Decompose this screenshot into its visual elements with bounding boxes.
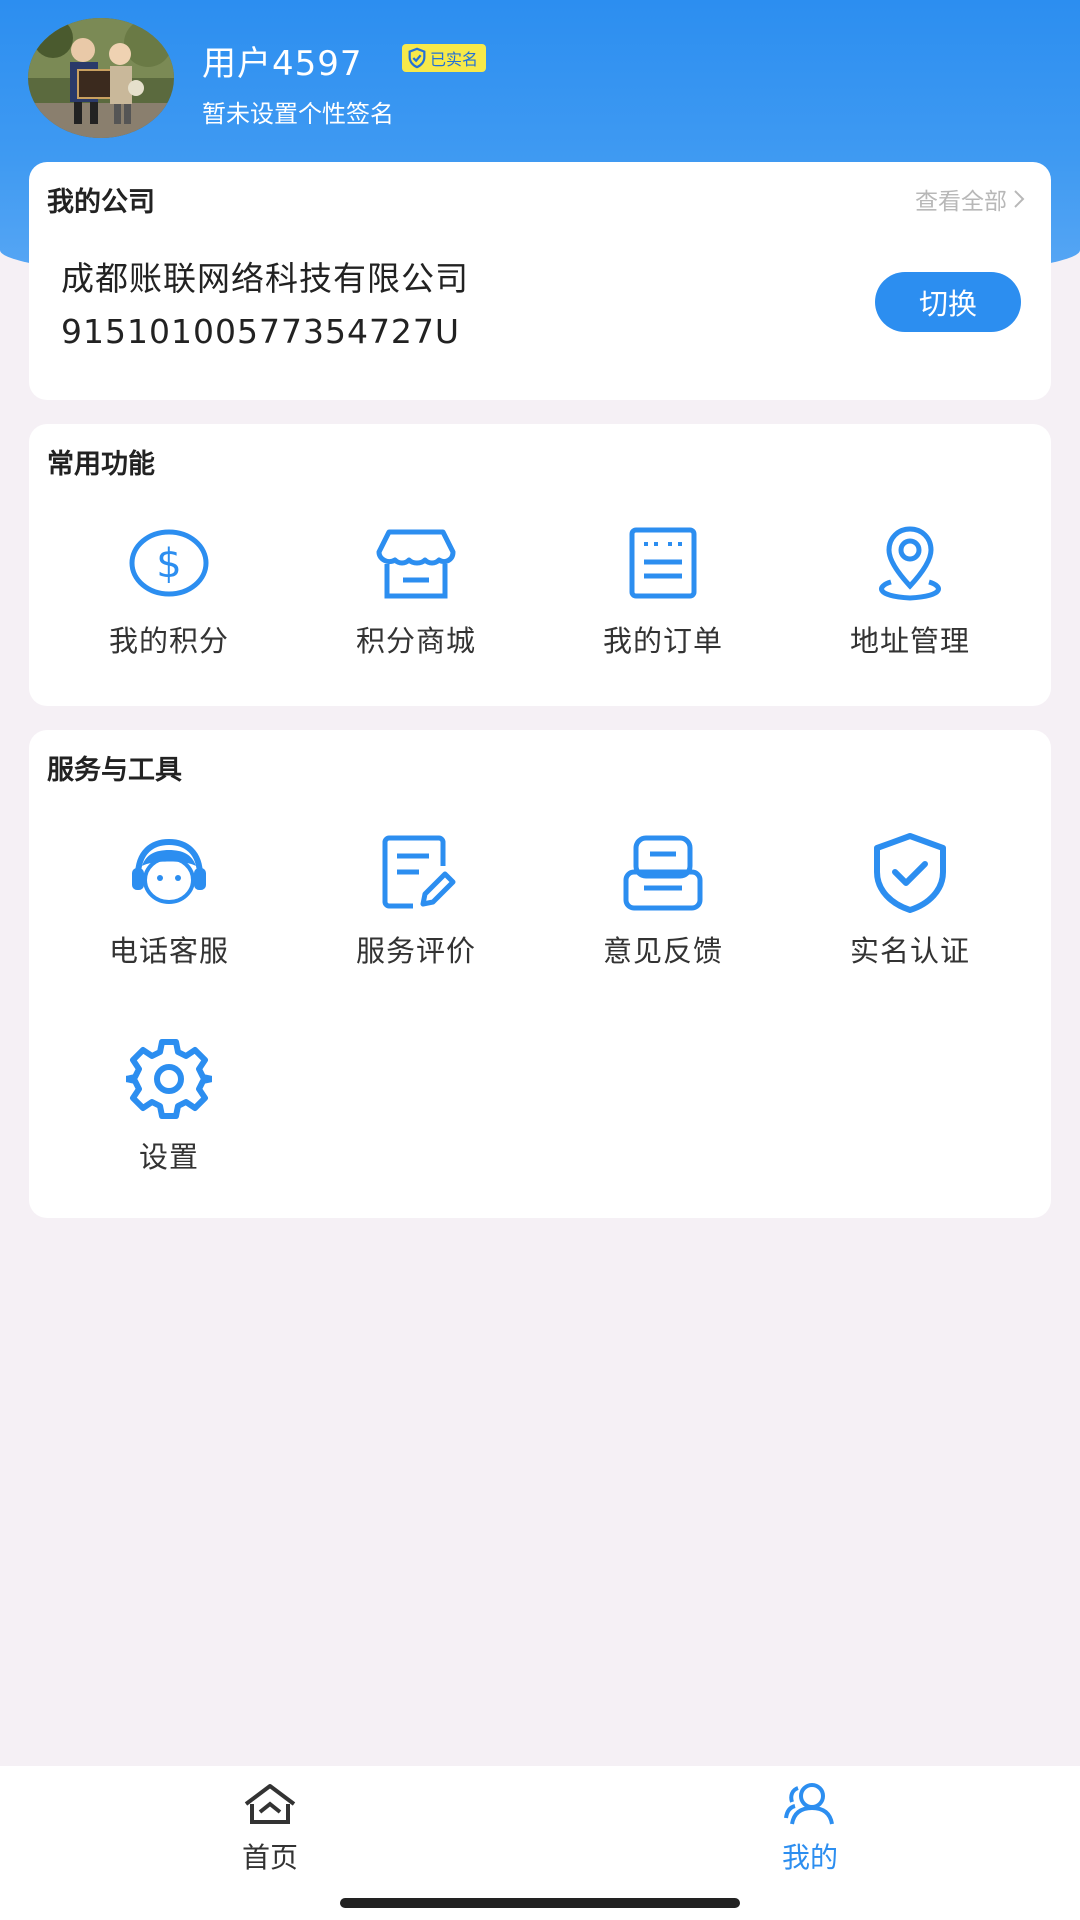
view-all-link[interactable]: 查看全部 (915, 182, 1025, 216)
grid-item-label: 意见反馈 (602, 934, 723, 968)
grid-item-label: 地址管理 (849, 624, 970, 658)
user-name: 用户4597 (202, 44, 363, 84)
home-icon (244, 1784, 296, 1824)
headset-icon (132, 838, 206, 904)
view-all-label: 查看全部 (915, 189, 1007, 215)
grid-item-phone-support[interactable]: 电话客服 (69, 830, 269, 970)
svg-text:$: $ (156, 541, 181, 587)
grid-item-service-review[interactable]: 服务评价 (316, 830, 516, 970)
services-title: 服务与工具 (47, 755, 182, 786)
tab-home-label: 首页 (241, 1841, 298, 1874)
grid-item-label: 我的订单 (602, 624, 723, 658)
location-icon (879, 526, 941, 601)
verified-badge: 已实名 (402, 44, 487, 72)
grid-item-address-management[interactable]: 地址管理 (810, 520, 1010, 660)
signature[interactable]: 暂未设置个性签名 (202, 94, 394, 129)
grid-item-label: 电话客服 (108, 934, 229, 968)
avatar-photo (28, 18, 174, 138)
grid-item-real-name-verification[interactable]: 实名认证 (810, 830, 1010, 970)
feedback-icon (623, 835, 703, 911)
tab-mine[interactable]: 我的 (730, 1780, 890, 1876)
grid-item-points-mall[interactable]: 积分商城 (316, 520, 516, 660)
grid-item-settings[interactable]: 设置 (69, 1036, 269, 1176)
tab-home[interactable]: 首页 (190, 1780, 350, 1876)
home-indicator (340, 1898, 740, 1908)
bottom-tab-bar: 首页 我的 (0, 1766, 1080, 1920)
tab-mine-label: 我的 (781, 1841, 838, 1874)
grid-item-label: 设置 (138, 1140, 199, 1174)
points-icon: $ (129, 529, 209, 597)
grid-item-label: 积分商城 (355, 624, 476, 658)
services-card: 服务与工具 电话客服 服务评价 意见反馈 实名认证 设置 (29, 730, 1051, 1218)
company-credit-code: 91510100577354727U (61, 312, 461, 351)
gear-icon (126, 1039, 212, 1119)
review-icon (382, 835, 456, 909)
avatar[interactable] (28, 18, 174, 138)
store-icon (376, 529, 456, 599)
grid-item-label: 我的积分 (108, 624, 229, 658)
company-name: 成都账联网络科技有限公司 (61, 259, 469, 298)
user-icon (784, 1783, 834, 1825)
shield-check-icon (874, 833, 946, 913)
grid-item-my-points[interactable]: $ 我的积分 (69, 520, 269, 660)
verified-badge-label: 已实名 (430, 50, 479, 69)
grid-item-label: 服务评价 (355, 934, 476, 968)
switch-company-button[interactable]: 切换 (875, 272, 1021, 332)
company-card: 我的公司 查看全部 成都账联网络科技有限公司 91510100577354727… (29, 162, 1051, 400)
chevron-right-icon (1014, 190, 1025, 208)
grid-item-label: 实名认证 (849, 934, 970, 968)
common-functions-title: 常用功能 (47, 449, 155, 480)
grid-item-my-orders[interactable]: 我的订单 (563, 520, 763, 660)
company-card-title: 我的公司 (47, 187, 155, 218)
shield-check-icon (408, 47, 426, 69)
grid-item-feedback[interactable]: 意见反馈 (563, 830, 763, 970)
order-icon (629, 527, 697, 599)
common-functions-card: 常用功能 $ 我的积分 积分商城 我的订单 地址管理 (29, 424, 1051, 706)
